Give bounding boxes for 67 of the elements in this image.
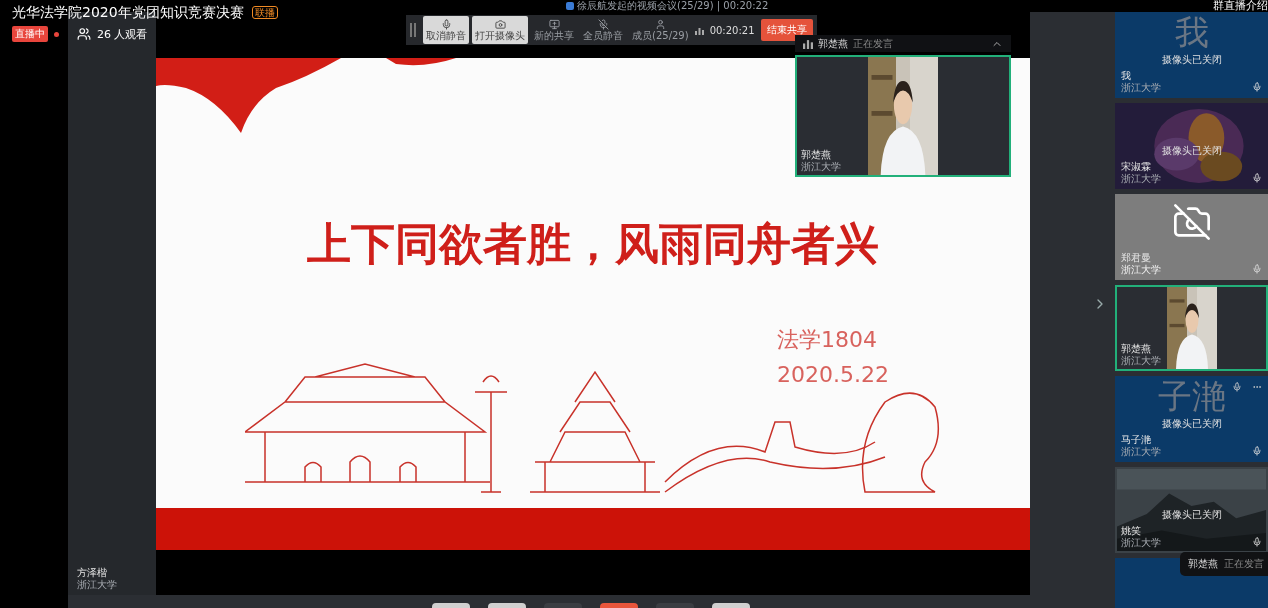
slide-date: 2020.5.22 xyxy=(777,361,889,389)
mic-icon xyxy=(1252,173,1262,183)
drag-handle[interactable] xyxy=(410,23,416,37)
participant-tile[interactable]: 子滟 摄像头已关闭 马子滟 浙江大学 xyxy=(1115,376,1268,462)
toolbar-button[interactable]: 取消静音 xyxy=(423,16,469,44)
camera-icon xyxy=(494,19,506,30)
participant-org: 浙江大学 xyxy=(1121,446,1161,458)
participant-org: 浙江大学 xyxy=(77,579,118,591)
participant-tile[interactable]: 我 摄像头已关闭 我 浙江大学 xyxy=(1115,12,1268,98)
camera-off-note: 摄像头已关闭 xyxy=(1161,145,1222,157)
control-button[interactable] xyxy=(488,603,526,608)
control-button[interactable] xyxy=(432,603,470,608)
participant-org: 浙江大学 xyxy=(1121,355,1161,367)
participant-org: 浙江大学 xyxy=(801,161,841,173)
toolbar-button[interactable]: 新的共享 xyxy=(531,16,577,44)
signal-icon xyxy=(803,38,813,49)
mic-icon xyxy=(1252,537,1262,547)
participant-tile[interactable]: 摄像头已关闭 宋淑霖 浙江大学 xyxy=(1115,103,1268,189)
signal-icon xyxy=(694,25,704,35)
person-icon xyxy=(654,19,666,30)
meeting-timer: 00:20:21 xyxy=(709,24,755,36)
speaker-status: 正在发言 xyxy=(853,36,893,51)
participant-tile[interactable]: 郭楚燕 浙江大学 xyxy=(1115,285,1268,371)
mic-icon xyxy=(440,19,452,30)
mic-icon[interactable] xyxy=(1232,382,1242,392)
toolbar-button[interactable]: 全员静音 xyxy=(580,16,626,44)
camera-off-note: 摄像头已关闭 xyxy=(1161,509,1222,521)
slide-headline: 上下同欲者胜，风雨同舟者兴 xyxy=(307,217,879,271)
toolbar-button[interactable]: 打开摄像头 xyxy=(472,16,528,44)
screen-share-icon xyxy=(548,19,560,30)
participant-tile[interactable]: 郑君曼 浙江大学 xyxy=(1115,194,1268,280)
control-button[interactable] xyxy=(712,603,750,608)
participant-name: 郭楚燕 xyxy=(1121,343,1152,355)
viewer-count: 26 人观看 xyxy=(97,26,148,42)
camera-off-note: 摄像头已关闭 xyxy=(1161,54,1222,66)
participant-org: 浙江大学 xyxy=(1121,82,1161,94)
participant-org: 浙江大学 xyxy=(1121,264,1161,276)
mic-icon xyxy=(1252,264,1262,274)
participant-name: 方泽楷 xyxy=(77,567,108,579)
mic-off-icon xyxy=(597,19,609,30)
end-share-button[interactable]: 结束共享 xyxy=(760,19,813,41)
participant-org: 浙江大学 xyxy=(1121,173,1161,185)
speaker-status: 正在发言 xyxy=(1224,557,1264,571)
participant-name: 姚笑 xyxy=(1121,525,1142,537)
live-badge: 直播中 xyxy=(12,26,48,42)
slide-class: 法学1804 xyxy=(777,326,877,354)
viewers-icon xyxy=(77,27,91,41)
camera-off-icon xyxy=(1172,202,1212,242)
participant-tile[interactable]: 摄像头已关闭 姚笑 浙江大学 xyxy=(1115,467,1268,553)
mic-icon xyxy=(1252,82,1262,92)
speaker-name: 郭楚燕 xyxy=(818,36,848,51)
participant-name: 马子滟 xyxy=(1121,434,1152,446)
co-stream-badge: 联播 xyxy=(251,6,278,19)
control-button[interactable] xyxy=(600,603,638,608)
avatar-text: 我 xyxy=(1174,14,1209,52)
participant-name: 郑君曼 xyxy=(1121,252,1152,264)
speaker-name: 郭楚燕 xyxy=(1188,557,1218,571)
mic-icon xyxy=(1252,446,1262,456)
intro-link[interactable]: 群直播介绍 xyxy=(1213,0,1268,12)
participant-org: 浙江大学 xyxy=(1121,537,1161,549)
meeting-banner: 徐辰航发起的视频会议(25/29) | 00:20:22 xyxy=(566,0,769,12)
avatar-text: 子滟 xyxy=(1157,378,1226,416)
participant-name: 郭楚燕 xyxy=(801,149,832,161)
participant-name: 宋淑霖 xyxy=(1121,161,1152,173)
participant-name: 我 xyxy=(1121,70,1132,82)
camera-off-note: 摄像头已关闭 xyxy=(1161,418,1222,430)
toolbar-button[interactable]: 成员(25/29) xyxy=(629,16,692,44)
